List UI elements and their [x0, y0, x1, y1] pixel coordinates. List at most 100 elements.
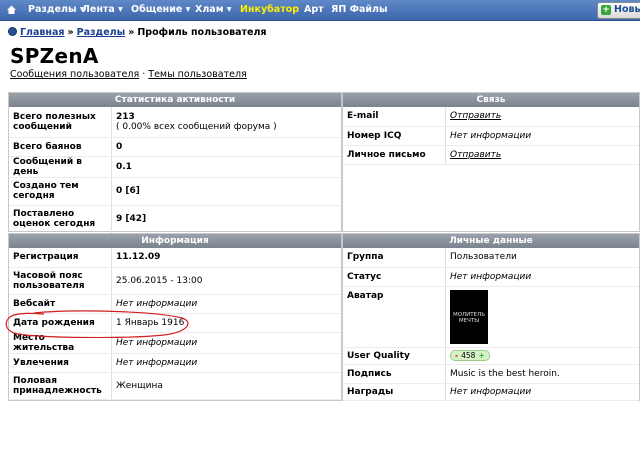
table-row: Половая принадлежность Женщина: [9, 372, 341, 400]
stats-label: Создано тем сегодня: [9, 177, 112, 206]
table-row: Место жительства Нет информации: [9, 332, 341, 354]
table-row: Награды Нет информации: [343, 383, 639, 401]
personal-panel-title: Личные данные: [343, 234, 639, 248]
info-label: Место жительства: [9, 332, 112, 354]
table-row: Подпись Music is the best heroin.: [343, 364, 639, 384]
stats-label: Всего полезных сообщений: [9, 107, 112, 138]
birthday-value: 1 Январь 1916: [111, 313, 341, 333]
contact-table: E-mail Отправить Номер ICQ Нет информаци…: [343, 107, 639, 165]
stats-panel-title: Статистика активности: [9, 93, 341, 107]
table-row: Личное письмо Отправить: [343, 145, 639, 165]
personal-label: Награды: [343, 383, 446, 401]
table-row: Вебсайт Нет информации: [9, 294, 341, 314]
info-value: Нет информации: [111, 353, 341, 373]
avatar-cell: МОЛИТЕЛЬ МЕЧТЫ: [445, 286, 639, 348]
avatar-caption: МОЛИТЕЛЬ МЕЧТЫ: [452, 311, 486, 324]
table-row: Номер ICQ Нет информации: [343, 126, 639, 146]
info-value: Нет информации: [111, 294, 341, 314]
breadcrumb-home-link[interactable]: Главная: [20, 27, 65, 38]
user-links-divider: ·: [142, 69, 146, 80]
quality-plus-button[interactable]: +: [478, 351, 484, 360]
personal-label: User Quality: [343, 347, 446, 365]
personal-value: Пользователи: [445, 248, 639, 268]
nav-khlam[interactable]: Хлам ▾: [195, 4, 232, 15]
personal-value: Нет информации: [445, 267, 639, 287]
breadcrumb-separator: »: [67, 27, 74, 38]
page-title: SPZenA: [10, 44, 99, 68]
breadcrumb: Главная» Разделы» Профиль пользователя: [8, 27, 267, 38]
top-nav-bar: Разделы ▾ Лента ▾ Общение ▾ Хлам ▾ Инкуб…: [0, 0, 640, 21]
stats-label: Всего баянов: [9, 137, 112, 157]
home-icon[interactable]: [6, 4, 17, 15]
nav-art[interactable]: Арт: [304, 4, 324, 15]
nav-inkubator[interactable]: Инкубатор: [240, 4, 299, 15]
pm-send-link[interactable]: Отправить: [445, 145, 639, 165]
info-label: Увлечения: [9, 353, 112, 373]
table-row: Поставлено оценок сегодня 9 [42]: [9, 205, 341, 234]
stats-label: Сообщений в день: [9, 156, 112, 178]
info-value: Женщина: [111, 372, 341, 400]
plus-icon: +: [601, 5, 611, 15]
info-label: Вебсайт: [9, 294, 112, 314]
user-topics-link[interactable]: Темы пользователя: [148, 69, 246, 80]
personal-label: Статус: [343, 267, 446, 287]
table-row: Увлечения Нет информации: [9, 353, 341, 373]
table-row: Статус Нет информации: [343, 267, 639, 287]
stats-value: 213: [116, 111, 135, 122]
info-panel: Информация Регистрация 11.12.09 Часовой …: [8, 233, 342, 401]
stats-value: 0: [111, 137, 341, 157]
stats-value-cell: 213( 0.00% всех сообщений форума ): [111, 107, 341, 138]
nav-obshchenie[interactable]: Общение ▾: [131, 4, 190, 15]
info-label: Регистрация: [9, 248, 112, 268]
quality-cell: -458 +: [445, 347, 639, 365]
table-row: Сообщений в день 0.1: [9, 156, 341, 178]
contact-value: Нет информации: [445, 126, 639, 146]
contact-panel: Связь E-mail Отправить Номер ICQ Нет инф…: [342, 92, 640, 232]
contact-label: E-mail: [343, 107, 446, 127]
nav-yap-files[interactable]: ЯП Файлы: [331, 4, 388, 15]
table-row: Группа Пользователи: [343, 248, 639, 268]
info-label: Часовой пояс пользователя: [9, 267, 112, 295]
stats-table: Всего полезных сообщений 213( 0.00% всех…: [9, 107, 341, 234]
user-links: Сообщения пользователя · Темы пользовате…: [10, 69, 247, 80]
quality-minus-button[interactable]: -: [455, 351, 458, 360]
personal-label: Подпись: [343, 364, 446, 384]
info-label: Дата рождения: [9, 313, 112, 333]
stats-value: 0.1: [111, 156, 341, 178]
personal-label: Группа: [343, 248, 446, 268]
breadcrumb-sections-link[interactable]: Разделы: [77, 27, 126, 38]
avatar: МОЛИТЕЛЬ МЕЧТЫ: [450, 289, 488, 344]
info-value: Нет информации: [111, 332, 341, 354]
contact-panel-title: Связь: [343, 93, 639, 107]
table-row: Дата рождения 1 Январь 1916: [9, 313, 341, 333]
table-row: Всего баянов 0: [9, 137, 341, 157]
stats-value: 0 [6]: [111, 177, 341, 206]
info-panel-title: Информация: [9, 234, 341, 248]
table-row: E-mail Отправить: [343, 107, 639, 127]
table-row: Всего полезных сообщений 213( 0.00% всех…: [9, 107, 341, 138]
stats-value: 9 [42]: [111, 205, 341, 234]
email-send-link[interactable]: Отправить: [445, 107, 639, 127]
stats-label: Поставлено оценок сегодня: [9, 205, 112, 234]
table-row: Часовой пояс пользователя 25.06.2015 - 1…: [9, 267, 341, 295]
breadcrumb-bullet-icon: [8, 27, 17, 36]
user-quality-badge: -458 +: [450, 350, 490, 361]
new-button-label: Новы: [614, 4, 640, 15]
info-value: 11.12.09: [111, 248, 341, 268]
nav-razdely[interactable]: Разделы ▾: [28, 4, 85, 15]
personal-value: Нет информации: [445, 383, 639, 401]
signature-value: Music is the best heroin.: [445, 364, 639, 384]
table-row: Создано тем сегодня 0 [6]: [9, 177, 341, 206]
user-posts-link[interactable]: Сообщения пользователя: [10, 69, 139, 80]
table-row: Регистрация 11.12.09: [9, 248, 341, 268]
personal-table: Группа Пользователи Статус Нет информаци…: [343, 248, 639, 401]
info-value: 25.06.2015 - 13:00: [111, 267, 341, 295]
info-label: Половая принадлежность: [9, 372, 112, 400]
info-table: Регистрация 11.12.09 Часовой пояс пользо…: [9, 248, 341, 400]
personal-panel: Личные данные Группа Пользователи Статус…: [342, 233, 640, 401]
new-button[interactable]: + Новы: [597, 2, 640, 19]
stats-panel: Статистика активности Всего полезных соо…: [8, 92, 342, 234]
breadcrumb-current: Профиль пользователя: [137, 27, 267, 38]
nav-lenta[interactable]: Лента ▾: [82, 4, 123, 15]
quality-value: 458: [461, 351, 476, 360]
